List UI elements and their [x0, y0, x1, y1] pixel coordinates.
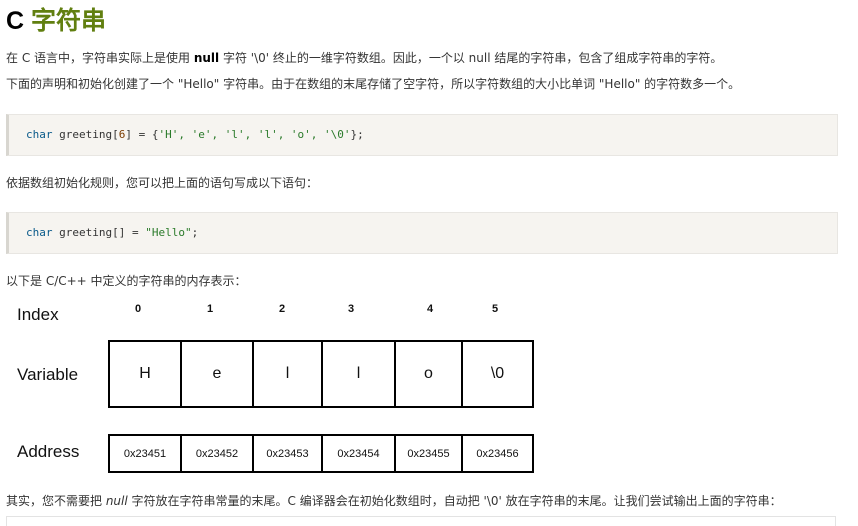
code-identifier: greeting[: [52, 128, 119, 141]
paragraph-footer: 其实，您不需要把 null 字符放在字符串常量的末尾。C 编译器会在初始化数组时…: [6, 492, 782, 510]
address-cell: 0x23451: [110, 436, 182, 471]
address-row: 0x23451 0x23452 0x23453 0x23454 0x23455 …: [108, 434, 534, 473]
code-line-2: char greeting[] = "Hello";: [26, 225, 198, 241]
address-label: Address: [17, 442, 80, 461]
index-cell: 0: [134, 303, 142, 315]
variable-cell: e: [182, 342, 254, 406]
paragraph-intro: 在 C 语言中，字符串实际上是使用 null 字符 '\0' 终止的一维字符数组…: [6, 49, 722, 67]
variable-cell: H: [110, 342, 182, 406]
index-cell: 2: [278, 303, 286, 315]
paragraph-memory: 以下是 C/C++ 中定义的字符串的内存表示：: [6, 274, 247, 288]
paragraph-rule: 依据数组初始化规则，您可以把上面的语句写成以下语句：: [6, 176, 319, 190]
variable-cell: o: [396, 342, 463, 406]
index-cell: 4: [426, 303, 434, 315]
intro-text-c: 字符 '\0' 终止的一维字符数组。因此，一个以 null 结尾的字符串，包含了…: [219, 51, 723, 65]
intro-text-a: 在 C 语言中，字符串实际上是使用: [6, 51, 194, 65]
code-char-literals: 'H', 'e', 'l', 'l', 'o', '\0': [158, 128, 351, 141]
code-keyword: char: [26, 128, 53, 141]
address-cell: 0x23453: [254, 436, 323, 471]
index-cell: 1: [206, 303, 214, 315]
index-cell: 5: [491, 303, 499, 315]
intro-null-bold: null: [193, 51, 220, 65]
next-code-block: [6, 516, 836, 526]
paragraph-declaration: 下面的声明和初始化创建了一个 "Hello" 字符串。由于在数组的末尾存储了空字…: [6, 77, 741, 91]
address-cell: 0x23456: [476, 447, 519, 460]
footer-text-a: 其实，您不需要把: [6, 494, 106, 508]
title-accent: 字符串: [31, 7, 107, 35]
title-prefix: C: [6, 7, 25, 35]
page-title: C 字符串: [6, 4, 106, 38]
variable-cell: \0: [490, 365, 505, 382]
code-string-literal: "Hello": [145, 226, 192, 239]
variable-cell: l: [254, 342, 323, 406]
code-end: };: [350, 128, 364, 141]
index-label: Index: [17, 305, 59, 324]
code-block-2: char greeting[] = "Hello";: [6, 212, 838, 254]
variable-cell: l: [323, 342, 396, 406]
footer-null-italic: null: [105, 494, 128, 508]
code-keyword: char: [26, 226, 53, 239]
code-line-1: char greeting[6] = {'H', 'e', 'l', 'l', …: [26, 127, 364, 143]
code-end: ;: [191, 226, 199, 239]
address-cell: 0x23455: [396, 436, 463, 471]
variable-row: H e l l o \0: [108, 340, 534, 408]
code-operator: ] = {: [125, 128, 159, 141]
variable-label: Variable: [17, 365, 79, 384]
code-identifier: greeting[] =: [52, 226, 146, 239]
code-block-1: char greeting[6] = {'H', 'e', 'l', 'l', …: [6, 114, 838, 156]
index-cell: 3: [347, 303, 355, 315]
address-cell: 0x23452: [182, 436, 254, 471]
address-cell: 0x23454: [323, 436, 396, 471]
footer-text-c: 字符放在字符串常量的末尾。C 编译器会在初始化数组时，自动把 '\0' 放在字符…: [127, 494, 782, 508]
